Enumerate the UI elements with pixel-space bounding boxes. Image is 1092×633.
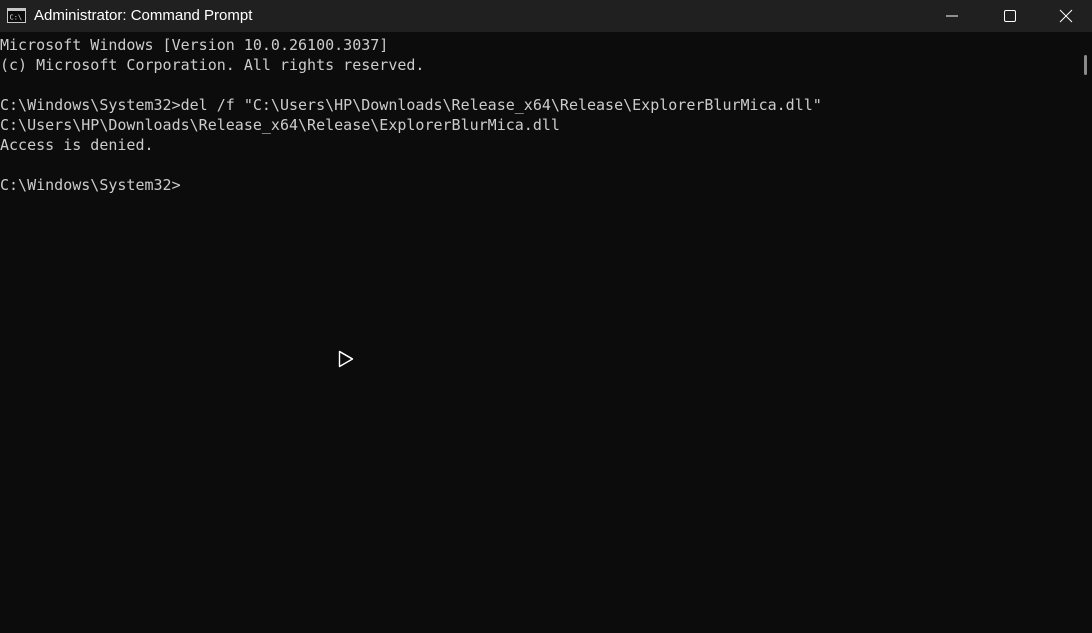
close-button[interactable] — [1039, 0, 1092, 32]
mouse-pointer-icon — [338, 350, 354, 368]
window-title: Administrator: Command Prompt — [34, 7, 253, 24]
terminal-line: Access is denied. — [0, 136, 154, 154]
terminal-output[interactable]: Microsoft Windows [Version 10.0.26100.30… — [0, 34, 1080, 633]
maximize-icon — [1004, 10, 1016, 22]
title-bar[interactable]: C:\ Administrator: Command Prompt — [0, 0, 1092, 32]
terminal-line: C:\Users\HP\Downloads\Release_x64\Releas… — [0, 116, 560, 134]
terminal-line: (c) Microsoft Corporation. All rights re… — [0, 56, 425, 74]
minimize-button[interactable] — [923, 0, 981, 32]
terminal-line: C:\Windows\System32>del /f "C:\Users\HP\… — [0, 96, 822, 114]
minimize-icon — [946, 15, 958, 17]
terminal-prompt[interactable]: C:\Windows\System32> — [0, 175, 181, 195]
terminal-line: Microsoft Windows [Version 10.0.26100.30… — [0, 36, 389, 54]
vertical-scrollbar[interactable] — [1080, 34, 1092, 633]
close-icon — [1059, 9, 1072, 23]
svg-text:C:\: C:\ — [10, 14, 23, 22]
cmd-icon: C:\ — [7, 8, 26, 23]
command-prompt-window: C:\ Administrator: Command Prompt Micros… — [0, 0, 1092, 633]
scrollbar-thumb[interactable] — [1084, 55, 1087, 75]
maximize-button[interactable] — [981, 0, 1039, 32]
